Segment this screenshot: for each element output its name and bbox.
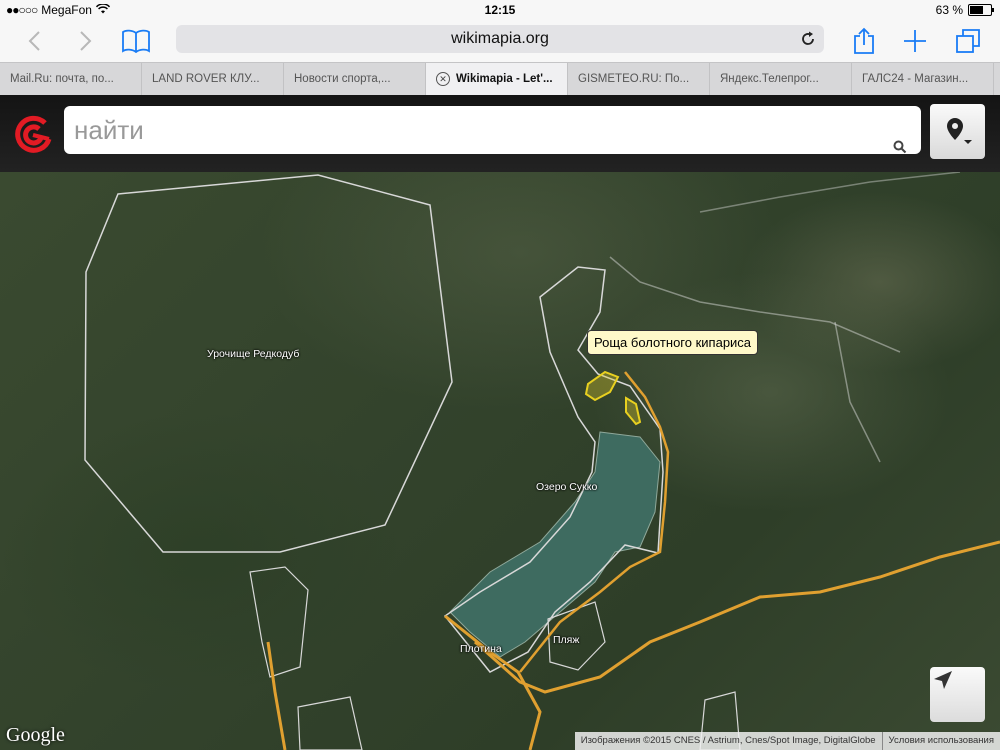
bookmarks-button[interactable] [118, 24, 154, 58]
cypress-grove-polygon-2 [625, 396, 642, 426]
battery-percent: 63 % [935, 3, 963, 17]
browser-tab[interactable]: ГАЛС24 - Магазин... [852, 63, 994, 95]
track-white-2 [834, 321, 881, 463]
chevron-left-icon [28, 31, 40, 51]
map-label-lake[interactable]: Озеро Сукко [536, 481, 597, 493]
parcel-polygon [249, 566, 309, 678]
track-white-3 [699, 172, 961, 213]
tab-label: Яндекс.Телепрог... [720, 73, 819, 85]
wikimapia-logo-icon [15, 115, 52, 153]
address-bar[interactable]: wikimapia.org [176, 25, 824, 53]
tab-label: LAND ROVER КЛУ... [152, 73, 260, 85]
tab-strip: Mail.Ru: почта, по... LAND ROVER КЛУ... Но… [0, 62, 1000, 96]
browser-tab[interactable]: Новости спорта,... [284, 63, 426, 95]
back-button[interactable] [16, 24, 52, 58]
browser-toolbar: wikimapia.org [0, 20, 1000, 62]
chevron-right-icon [80, 31, 92, 51]
map-label-dam[interactable]: Плотина [460, 643, 502, 655]
tab-label: Wikimapia - Let'... [456, 73, 553, 85]
location-menu-button[interactable] [930, 104, 985, 159]
parcel-polygon-2 [297, 696, 363, 750]
browser-tab[interactable]: ✕ Wikimapia - Let'... [426, 63, 568, 95]
redkodub-polygon [84, 174, 453, 553]
tab-label: Mail.Ru: почта, по... [10, 73, 114, 85]
tab-label: GISMETEO.RU: По... [578, 73, 690, 85]
close-tab-icon[interactable]: ✕ [436, 72, 450, 86]
forward-button[interactable] [68, 24, 104, 58]
map-overlay [84, 172, 1000, 750]
tab-label: ГАЛС24 - Магазин... [862, 73, 969, 85]
search-placeholder: найти [74, 115, 144, 145]
reload-icon [802, 31, 814, 45]
battery-icon [968, 4, 994, 16]
map-attribution: Изображения ©2015 CNES / Astrium, Cnes/S… [574, 732, 1000, 750]
wikimapia-header: найти [0, 95, 1000, 172]
share-button[interactable] [846, 24, 882, 58]
search-input[interactable]: найти [64, 106, 921, 154]
url-text: wikimapia.org [451, 30, 549, 47]
status-bar: ●●○○○ MegaFon 12:15 63 % [0, 0, 1000, 20]
browser-tab[interactable]: Яндекс.Телепрог... [710, 63, 852, 95]
reload-button[interactable] [800, 25, 816, 57]
google-logo: Google [6, 724, 65, 746]
share-icon [854, 27, 874, 54]
book-icon [122, 29, 150, 53]
road-west [266, 641, 287, 750]
plus-icon [904, 30, 926, 52]
cypress-grove-polygon [584, 370, 620, 402]
wikimapia-logo[interactable] [12, 114, 54, 156]
place-tooltip[interactable]: Роща болотного кипариса [587, 330, 759, 355]
clock: 12:15 [484, 3, 516, 17]
map-label-beach[interactable]: Пляж [553, 634, 579, 646]
navigation-arrow-icon [934, 671, 952, 689]
browser-tab[interactable]: Mail.Ru: почта, по... [0, 63, 142, 95]
map-view[interactable]: Урочище Редкодуб Озеро Сукко Плотина Пля… [0, 172, 1000, 750]
tabs-icon [956, 29, 980, 53]
search-icon[interactable] [893, 121, 907, 169]
browser-tab[interactable]: GISMETEO.RU: По... [568, 63, 710, 95]
terms-link[interactable]: Условия использования [881, 732, 1000, 750]
map-label-redkodub[interactable]: Урочище Редкодуб [207, 348, 299, 360]
tab-label: Новости спорта,... [294, 73, 391, 85]
lake-water [449, 431, 661, 658]
new-tab-button[interactable] [897, 24, 933, 58]
my-location-button[interactable] [930, 667, 985, 722]
tabs-overview-button[interactable] [950, 24, 986, 58]
browser-tab[interactable]: LAND ROVER КЛУ... [142, 63, 284, 95]
map-pin-icon [946, 117, 972, 144]
attribution-text: Изображения ©2015 CNES / Astrium, Cnes/S… [580, 735, 876, 746]
